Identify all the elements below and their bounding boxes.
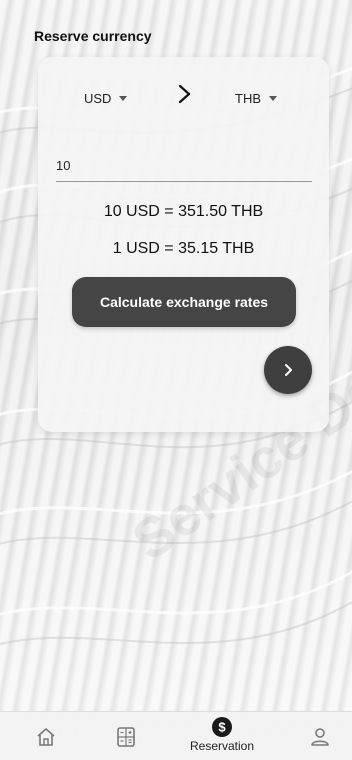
unit-rate: 1 USD = 35.15 THB: [112, 240, 255, 257]
nav-item-reservation[interactable]: $ Reservation: [180, 712, 264, 760]
dollar-coin-icon: $: [212, 717, 232, 737]
from-currency-value: USD: [84, 90, 112, 106]
nav-item-calculator[interactable]: [114, 712, 138, 760]
home-icon: [37, 728, 55, 746]
nav-item-profile[interactable]: [308, 712, 332, 760]
caret-down-icon: [119, 95, 128, 101]
bottom-nav: $ Reservation: [0, 711, 352, 760]
user-icon: [311, 728, 329, 746]
caret-down-icon: [269, 95, 277, 101]
conversion-result: 10 USD = 351.50 THB: [103, 203, 264, 220]
chevron-right-icon: [285, 364, 292, 376]
next-button[interactable]: [264, 346, 312, 394]
amount-input[interactable]: [56, 149, 312, 182]
calculate-exchange-rates-button[interactable]: Calculate exchange rates: [72, 277, 296, 327]
page-title: Reserve currency: [34, 28, 152, 44]
to-currency-value: THB: [235, 90, 261, 106]
to-currency-select[interactable]: THB: [235, 88, 277, 108]
calculator-icon: [117, 727, 135, 747]
chevron-right-icon: [178, 84, 191, 104]
from-currency-select[interactable]: USD: [84, 88, 128, 108]
nav-label-reservation: Reservation: [189, 739, 255, 753]
svg-text:$: $: [218, 720, 226, 735]
converter-card: USD THB 10 USD = 351.50 THB 1 USD = 35.1…: [38, 57, 329, 432]
nav-item-home[interactable]: [34, 712, 58, 760]
